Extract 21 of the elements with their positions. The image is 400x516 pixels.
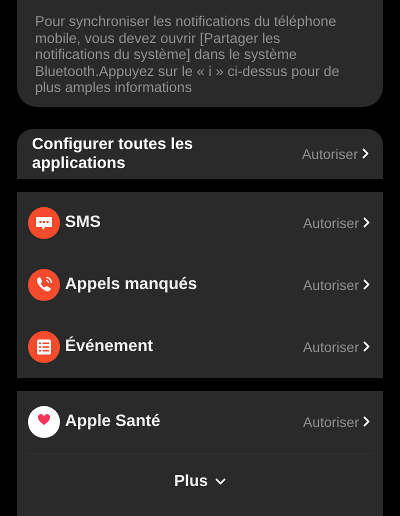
chevron-down-icon bbox=[214, 478, 226, 485]
app-name: Apple Santé bbox=[65, 412, 162, 431]
allow-link[interactable]: Autoriser bbox=[302, 414, 370, 430]
allow-link[interactable]: Autoriser bbox=[302, 276, 370, 292]
info-text: Pour synchroniser les notifications du téléphone mobile, vous devez ouvrir [Partager les notifications du système] dans le système Bluetooth.Appuyez sur le « i » ci-dessus pour de plus amples informations bbox=[35, 14, 340, 96]
app-name: SMS bbox=[65, 213, 102, 232]
phone-icon bbox=[28, 268, 60, 300]
chevron-right-icon bbox=[363, 279, 370, 290]
app-name: Appels manqués bbox=[65, 275, 198, 294]
chevron-right-icon bbox=[362, 148, 369, 159]
more-button[interactable]: Plus bbox=[174, 454, 226, 516]
allow-link[interactable]: Autoriser bbox=[302, 146, 369, 162]
chevron-right-icon bbox=[363, 217, 370, 228]
chevron-right-icon bbox=[363, 416, 370, 427]
app-name: Événement bbox=[65, 337, 154, 356]
configure-all-label: Configurer toutes les applications bbox=[32, 134, 194, 172]
chevron-right-icon bbox=[363, 341, 370, 352]
message-icon bbox=[28, 206, 60, 238]
allow-link[interactable]: Autoriser bbox=[302, 214, 370, 230]
list-icon bbox=[28, 330, 60, 362]
allow-link[interactable]: Autoriser bbox=[302, 338, 370, 354]
